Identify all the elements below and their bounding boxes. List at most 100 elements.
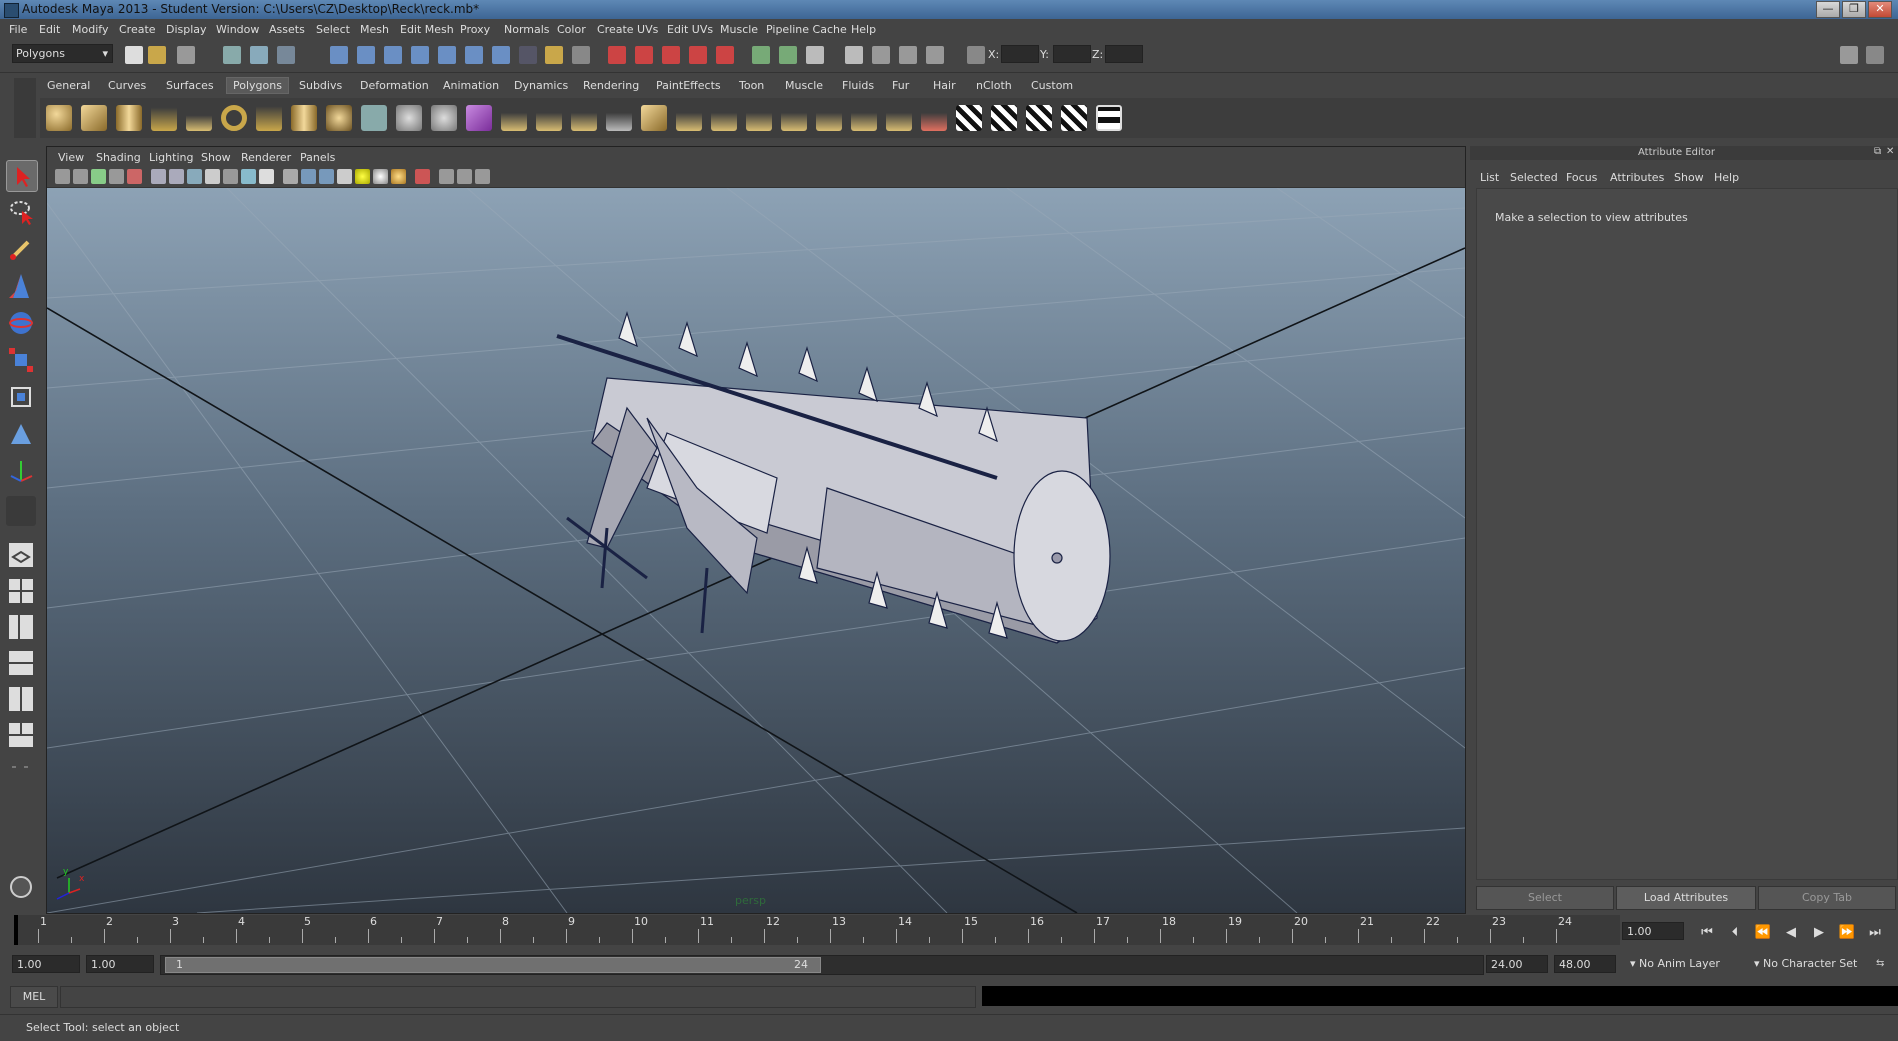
render-view-icon[interactable]: [716, 46, 734, 64]
tab-custom[interactable]: Custom: [1031, 79, 1073, 92]
resolution-gate-icon[interactable]: [187, 169, 202, 184]
uv-planar-icon[interactable]: [956, 105, 982, 131]
attr-menu-selected[interactable]: Selected: [1510, 171, 1558, 184]
menu-proxy[interactable]: Proxy: [460, 23, 490, 36]
xray-icon[interactable]: [439, 169, 454, 184]
tab-polygons[interactable]: Polygons: [226, 77, 289, 94]
soft-modification-icon[interactable]: [6, 419, 36, 449]
select-component-icon[interactable]: [277, 46, 295, 64]
minimize-button[interactable]: —: [1816, 1, 1840, 18]
lasso-tool-icon[interactable]: [6, 197, 36, 227]
wireframe-on-shaded-icon[interactable]: [319, 169, 334, 184]
tab-subdivs[interactable]: Subdivs: [299, 79, 342, 92]
poly-helix-icon[interactable]: [326, 105, 352, 131]
help-icon[interactable]: [519, 46, 537, 64]
camera-attributes-icon[interactable]: [73, 169, 88, 184]
select-tool-icon[interactable]: [6, 160, 38, 192]
close-icon[interactable]: ✕: [1886, 146, 1894, 157]
step-back-key-icon[interactable]: ⏪: [1754, 924, 1772, 942]
move-tool-icon[interactable]: [6, 271, 36, 301]
play-backwards-icon[interactable]: ◀: [1782, 924, 1800, 942]
attr-menu-attributes[interactable]: Attributes: [1610, 171, 1664, 184]
viewport-menu-shading[interactable]: Shading: [96, 151, 141, 164]
append-polygon-icon[interactable]: [571, 105, 597, 131]
z-field[interactable]: [1105, 45, 1143, 63]
history-icon[interactable]: [572, 46, 590, 64]
poly-prism-icon[interactable]: [256, 105, 282, 131]
tab-ncloth[interactable]: nCloth: [976, 79, 1012, 92]
safe-action-icon[interactable]: [241, 169, 256, 184]
menu-window[interactable]: Window: [216, 23, 259, 36]
channel-box-toggle-icon[interactable]: [1840, 46, 1858, 64]
tab-muscle[interactable]: Muscle: [785, 79, 823, 92]
menu-file[interactable]: File: [9, 23, 27, 36]
menu-help[interactable]: Help: [851, 23, 876, 36]
attr-menu-list[interactable]: List: [1480, 171, 1499, 184]
safe-title-icon[interactable]: [259, 169, 274, 184]
uv-automatic-icon[interactable]: [1061, 105, 1087, 131]
menu-edit[interactable]: Edit: [39, 23, 60, 36]
menu-normals[interactable]: Normals: [504, 23, 550, 36]
extrude-icon[interactable]: [501, 105, 527, 131]
tab-fluids[interactable]: Fluids: [842, 79, 874, 92]
rotate-tool-icon[interactable]: [6, 308, 36, 338]
tab-toon[interactable]: Toon: [739, 79, 764, 92]
uv-cylindrical-icon[interactable]: [991, 105, 1017, 131]
graph-icon[interactable]: [872, 46, 890, 64]
menu-muscle[interactable]: Muscle: [720, 23, 758, 36]
shadows-icon[interactable]: [391, 169, 406, 184]
tab-hair[interactable]: Hair: [933, 79, 956, 92]
grid-toggle-icon[interactable]: [151, 169, 166, 184]
offset-edge-loop-icon[interactable]: [676, 105, 702, 131]
select-object-icon[interactable]: [250, 46, 268, 64]
new-scene-icon[interactable]: [125, 46, 143, 64]
bookmark-icon[interactable]: [91, 169, 106, 184]
poly-cone-icon[interactable]: [151, 105, 177, 131]
attr-editor-toggle-icon[interactable]: [926, 46, 944, 64]
snap-curve-icon[interactable]: [357, 46, 375, 64]
isolate-select-icon[interactable]: [415, 169, 430, 184]
menu-modify[interactable]: Modify: [72, 23, 108, 36]
viewport-menu-panels[interactable]: Panels: [300, 151, 335, 164]
last-tool-icon[interactable]: [6, 496, 36, 526]
poly-sphere-icon[interactable]: [46, 105, 72, 131]
camera-select-icon[interactable]: [55, 169, 70, 184]
persp-viewport[interactable]: x y persp: [47, 188, 1465, 913]
poly-cube-icon[interactable]: [81, 105, 107, 131]
time-slider[interactable]: 1 2 3 4 5 6 7 8 9 10 11 12 13 14 15 16 17 18 19 20 21 22 23 24: [14, 915, 1620, 945]
tab-painteffects[interactable]: PaintEffects: [656, 79, 721, 92]
copy-tab-button[interactable]: Copy Tab: [1758, 886, 1896, 910]
persp-graph-layout-icon[interactable]: [6, 648, 36, 678]
scale-tool-icon[interactable]: [6, 345, 36, 375]
menu-edit-uvs[interactable]: Edit UVs: [667, 23, 713, 36]
range-bar[interactable]: 1 24: [165, 957, 821, 973]
mel-toggle-button[interactable]: MEL: [10, 986, 58, 1008]
play-forwards-icon[interactable]: ▶: [1810, 924, 1828, 942]
uv-editor-icon[interactable]: [1096, 105, 1122, 131]
menu-select[interactable]: Select: [316, 23, 350, 36]
step-back-frame-icon[interactable]: ⏴: [1726, 924, 1744, 942]
collapse-icon[interactable]: [781, 105, 807, 131]
two-d-pan-icon[interactable]: [127, 169, 142, 184]
wireframe-icon[interactable]: [283, 169, 298, 184]
snap-grid-icon[interactable]: [330, 46, 348, 64]
poly-plane-icon[interactable]: [186, 105, 212, 131]
menu-color[interactable]: Color: [557, 23, 586, 36]
uv-spherical-icon[interactable]: [1026, 105, 1052, 131]
smooth-shade-icon[interactable]: [301, 169, 316, 184]
render-settings-icon[interactable]: [662, 46, 680, 64]
snap-plane-icon[interactable]: [411, 46, 429, 64]
close-button[interactable]: ✕: [1868, 1, 1892, 18]
playback-start-field[interactable]: 1.00: [86, 955, 154, 973]
menu-create-uvs[interactable]: Create UVs: [597, 23, 658, 36]
current-time-field[interactable]: 1.00: [1622, 922, 1684, 940]
backface-culling-icon[interactable]: [475, 169, 490, 184]
step-forward-key-icon[interactable]: ⏩: [1838, 924, 1856, 942]
gate-mask-icon[interactable]: [205, 169, 220, 184]
soften-edge-icon[interactable]: [886, 105, 912, 131]
render-icon[interactable]: [608, 46, 626, 64]
attribute-editor-toggle-icon[interactable]: [1866, 46, 1884, 64]
snap-view-icon[interactable]: [465, 46, 483, 64]
xray-joints-icon[interactable]: [457, 169, 472, 184]
lock-icon[interactable]: [545, 46, 563, 64]
